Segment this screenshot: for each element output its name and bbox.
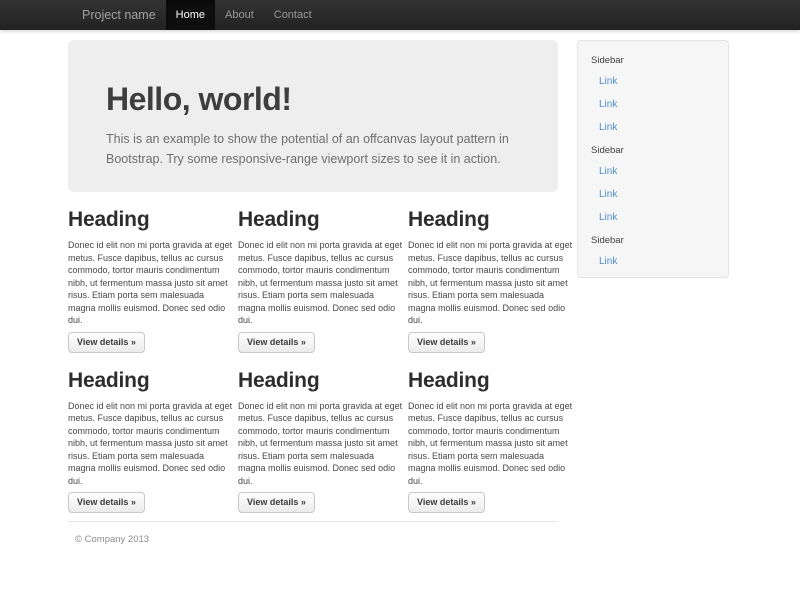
card-heading: Heading (408, 368, 558, 394)
page-title: Hello, world! (106, 82, 520, 116)
jumbotron-lead: This is an example to show the potential… (106, 129, 520, 169)
main-column: Hello, world! This is an example to show… (68, 30, 558, 545)
card-body-text: Donec id elit non mi porta gravida at eg… (408, 239, 574, 327)
card-body-text: Donec id elit non mi porta gravida at eg… (68, 239, 234, 327)
content-card: HeadingDonec id elit non mi porta gravid… (408, 192, 558, 353)
navbar-inner: Project name HomeAboutContact (68, 0, 732, 30)
view-details-button[interactable]: View details » (408, 332, 485, 353)
sidebar-link[interactable]: Link (578, 160, 728, 183)
view-details-button[interactable]: View details » (68, 492, 145, 513)
view-details-button[interactable]: View details » (238, 492, 315, 513)
card-body-text: Donec id elit non mi porta gravida at eg… (68, 400, 234, 488)
nav-item-home[interactable]: Home (166, 0, 215, 30)
sidebar-group-title: Sidebar (578, 139, 728, 160)
card-heading: Heading (238, 207, 388, 233)
jumbotron: Hello, world! This is an example to show… (68, 40, 558, 192)
card-heading: Heading (408, 207, 558, 233)
sidebar-link[interactable]: Link (578, 116, 728, 139)
sidebar-group-title: Sidebar (578, 229, 728, 250)
sidebar-link[interactable]: Link (578, 93, 728, 116)
card-heading: Heading (68, 368, 218, 394)
sidebar-group-title: Sidebar (578, 49, 728, 70)
copyright-text: © Company 2013 (68, 534, 558, 545)
nav-item-about[interactable]: About (215, 0, 264, 30)
sidebar-link[interactable]: Link (578, 206, 728, 229)
content-card: HeadingDonec id elit non mi porta gravid… (238, 353, 388, 514)
content-card: HeadingDonec id elit non mi porta gravid… (408, 353, 558, 514)
navbar: Project name HomeAboutContact (0, 0, 800, 30)
nav-item-contact[interactable]: Contact (264, 0, 322, 30)
content-card: HeadingDonec id elit non mi porta gravid… (238, 192, 388, 353)
cards-grid: HeadingDonec id elit non mi porta gravid… (68, 192, 558, 513)
navbar-menu: HomeAboutContact (166, 0, 322, 30)
page-container: Hello, world! This is an example to show… (68, 30, 732, 545)
card-heading: Heading (68, 207, 218, 233)
view-details-button[interactable]: View details » (238, 332, 315, 353)
sidebar-link[interactable]: Link (578, 183, 728, 206)
sidebar: SidebarLinkLinkLinkSidebarLinkLinkLinkSi… (577, 40, 729, 278)
footer: © Company 2013 (68, 521, 558, 545)
sidebar-link[interactable]: Link (578, 273, 728, 278)
card-heading: Heading (238, 368, 388, 394)
brand[interactable]: Project name (68, 0, 166, 30)
card-body-text: Donec id elit non mi porta gravida at eg… (238, 239, 404, 327)
card-body-text: Donec id elit non mi porta gravida at eg… (238, 400, 404, 488)
card-body-text: Donec id elit non mi porta gravida at eg… (408, 400, 574, 488)
sidebar-link[interactable]: Link (578, 70, 728, 93)
footer-divider (68, 521, 558, 522)
sidebar-link[interactable]: Link (578, 250, 728, 273)
view-details-button[interactable]: View details » (68, 332, 145, 353)
content-card: HeadingDonec id elit non mi porta gravid… (68, 192, 218, 353)
content-row: Hello, world! This is an example to show… (68, 30, 732, 545)
view-details-button[interactable]: View details » (408, 492, 485, 513)
content-card: HeadingDonec id elit non mi porta gravid… (68, 353, 218, 514)
